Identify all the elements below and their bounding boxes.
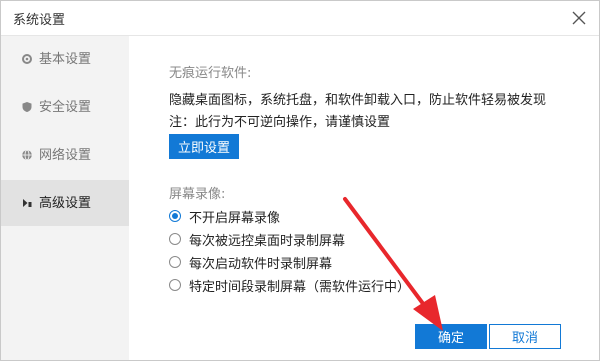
radio-button[interactable] — [169, 256, 181, 268]
radio-label: 每次被远控桌面时录制屏幕 — [189, 233, 346, 249]
settings-dialog: 系统设置 基本设置 安全设置 网络设置 高级设置 无痕运行软件: 隐藏桌面图标，… — [0, 0, 600, 361]
globe-icon — [21, 149, 33, 161]
radio-button[interactable] — [169, 279, 181, 291]
recording-heading: 屏幕录像: — [169, 187, 226, 202]
traceless-heading: 无痕运行软件: — [169, 66, 252, 81]
sidebar-item-basic[interactable]: 基本设置 — [1, 36, 129, 82]
shield-icon — [21, 101, 33, 113]
sidebar-item-advanced[interactable]: 高级设置 — [1, 180, 129, 226]
recording-option[interactable]: 每次被远控桌面时录制屏幕 — [169, 230, 346, 249]
apply-now-button[interactable]: 立即设置 — [169, 134, 239, 159]
cancel-button[interactable]: 取消 — [489, 324, 561, 349]
traceless-note: 注：此行为不可逆向操作，请谨慎设置 — [169, 115, 391, 130]
radio-button[interactable] — [169, 210, 181, 222]
sidebar-item-label: 网络设置 — [39, 147, 92, 163]
title-bar: 系统设置 — [1, 1, 599, 36]
radio-label: 不开启屏幕录像 — [189, 210, 281, 226]
dialog-title: 系统设置 — [13, 13, 66, 28]
radio-label: 每次启动软件时录制屏幕 — [189, 256, 333, 272]
close-icon — [572, 11, 586, 25]
sidebar-item-label: 高级设置 — [39, 195, 92, 211]
annotation-arrow-icon — [343, 197, 443, 331]
traceless-description: 隐藏桌面图标，系统托盘，和软件卸载入口，防止软件轻易被发现 — [169, 93, 547, 108]
recording-option[interactable]: 不开启屏幕录像 — [169, 207, 281, 226]
sidebar-item-security[interactable]: 安全设置 — [1, 84, 129, 130]
sidebar-item-label: 基本设置 — [39, 51, 92, 67]
recording-option[interactable]: 特定时间段录制屏幕（需软件运行中） — [169, 276, 411, 295]
gear-icon — [21, 53, 33, 65]
advanced-icon — [21, 197, 33, 209]
ok-button[interactable]: 确定 — [415, 324, 487, 349]
close-button[interactable] — [569, 8, 589, 28]
sidebar-item-label: 安全设置 — [39, 99, 92, 115]
radio-label: 特定时间段录制屏幕（需软件运行中） — [189, 279, 411, 295]
sidebar: 基本设置 安全设置 网络设置 高级设置 — [1, 36, 129, 360]
sidebar-item-network[interactable]: 网络设置 — [1, 132, 129, 178]
recording-option[interactable]: 每次启动软件时录制屏幕 — [169, 253, 333, 272]
radio-button[interactable] — [169, 233, 181, 245]
